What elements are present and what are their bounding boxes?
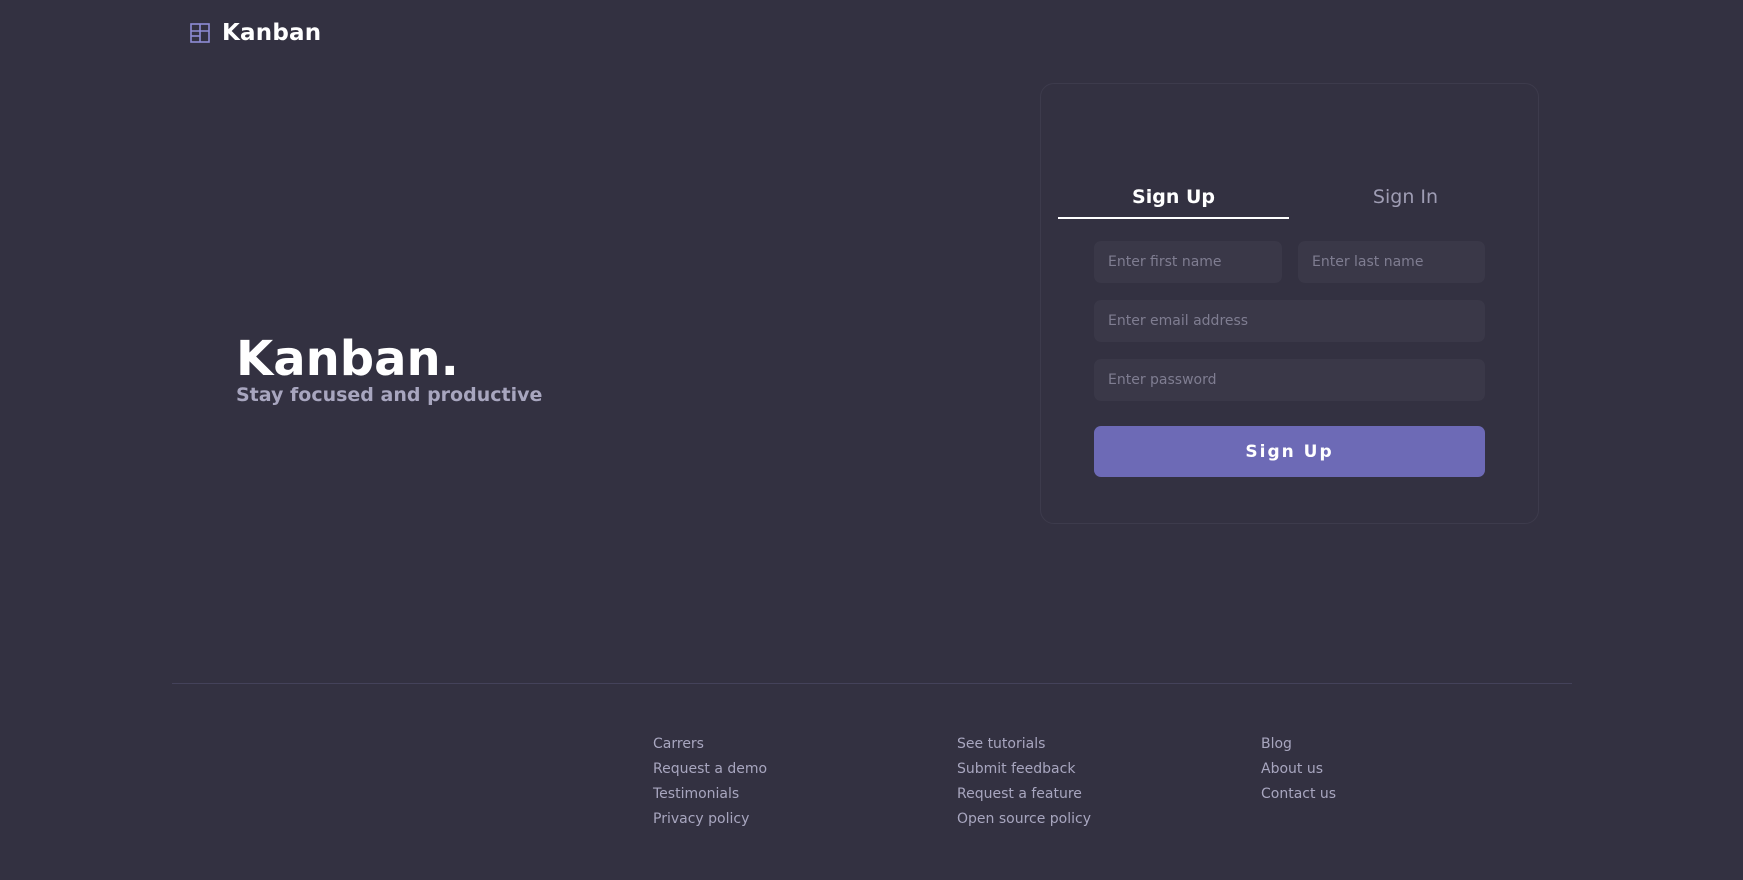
footer-link-blog[interactable]: Blog (1261, 734, 1336, 754)
first-name-input[interactable] (1094, 241, 1282, 283)
password-input[interactable] (1094, 359, 1485, 401)
footer-column-1: Carrers Request a demo Testimonials Priv… (653, 734, 767, 829)
last-name-input[interactable] (1298, 241, 1485, 283)
footer-link-submit-feedback[interactable]: Submit feedback (957, 759, 1091, 779)
email-input[interactable] (1094, 300, 1485, 342)
footer-link-open-source-policy[interactable]: Open source policy (957, 809, 1091, 829)
footer-link-request-demo[interactable]: Request a demo (653, 759, 767, 779)
hero: Kanban. Stay focused and productive (236, 330, 542, 406)
logo-text: Kanban (222, 20, 322, 46)
signup-form: Sign Up (1094, 241, 1485, 477)
footer-link-carrers[interactable]: Carrers (653, 734, 767, 754)
hero-title: Kanban. (236, 331, 459, 387)
sign-up-button[interactable]: Sign Up (1094, 426, 1485, 477)
footer-divider (172, 683, 1572, 684)
footer-link-request-feature[interactable]: Request a feature (957, 784, 1091, 804)
logo-link[interactable]: Kanban (190, 20, 321, 46)
password-row (1094, 359, 1485, 401)
footer-link-see-tutorials[interactable]: See tutorials (957, 734, 1091, 754)
hero-subtitle: Stay focused and productive (236, 384, 543, 406)
email-row (1094, 300, 1485, 342)
name-row (1094, 241, 1485, 283)
board-layout-icon (190, 23, 210, 43)
footer-link-about-us[interactable]: About us (1261, 759, 1336, 779)
signup-page: Kanban Kanban. Stay focused and producti… (0, 0, 1743, 880)
footer-column-3: Blog About us Contact us (1261, 734, 1336, 804)
auth-card: Sign Up Sign In Sign Up (1040, 83, 1539, 524)
footer-link-contact-us[interactable]: Contact us (1261, 784, 1336, 804)
tab-sign-in[interactable]: Sign In (1290, 84, 1521, 219)
footer-column-2: See tutorials Submit feedback Request a … (957, 734, 1091, 829)
footer-link-privacy-policy[interactable]: Privacy policy (653, 809, 767, 829)
tab-sign-up[interactable]: Sign Up (1058, 84, 1289, 219)
footer-link-testimonials[interactable]: Testimonials (653, 784, 767, 804)
